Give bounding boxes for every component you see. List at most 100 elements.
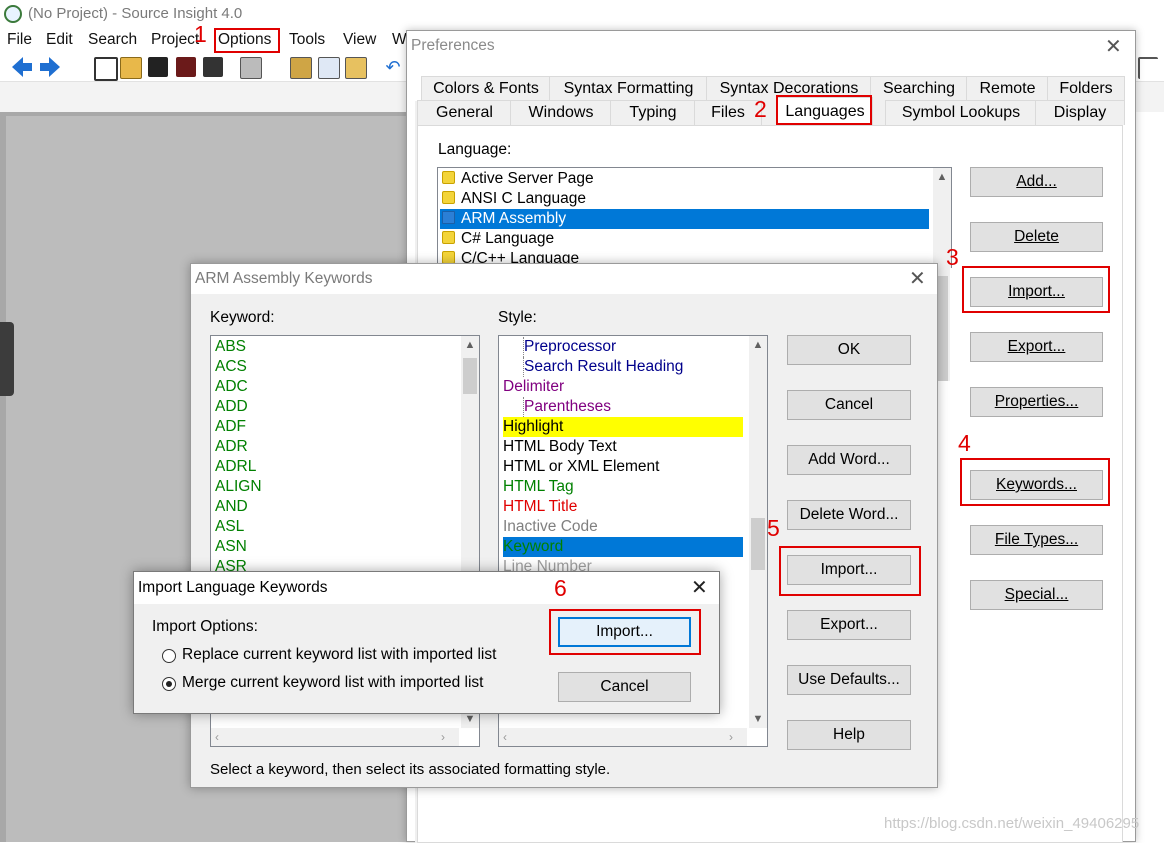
import-cancel-button[interactable]: Cancel xyxy=(558,672,691,702)
style-list-scrollbar[interactable]: ▲ ▼ xyxy=(749,336,767,728)
delete-word-button[interactable]: Delete Word... xyxy=(787,500,911,530)
list-item-selected[interactable]: ARM Assembly xyxy=(440,209,929,229)
list-item[interactable]: Search Result Heading xyxy=(523,357,683,377)
list-item[interactable]: ADD xyxy=(215,397,248,417)
list-item[interactable]: HTML Title xyxy=(503,497,577,517)
list-item[interactable]: AND xyxy=(215,497,248,517)
annotation-box-import-confirm xyxy=(549,609,701,655)
list-item[interactable]: ALIGN xyxy=(215,477,262,497)
copy-icon[interactable] xyxy=(318,57,340,79)
tab-typing[interactable]: Typing xyxy=(610,100,696,125)
tab-display[interactable]: Display xyxy=(1035,100,1125,125)
menu-file[interactable]: File xyxy=(7,28,32,52)
tab-colors-fonts[interactable]: Colors & Fonts xyxy=(421,76,551,101)
list-item[interactable]: ACS xyxy=(215,357,247,377)
menu-view[interactable]: View xyxy=(343,28,376,52)
keyword-scroll-thumb[interactable] xyxy=(463,358,477,394)
scroll-up-icon[interactable]: ▲ xyxy=(461,336,479,354)
tab-syntax-formatting[interactable]: Syntax Formatting xyxy=(549,76,708,101)
add-word-button[interactable]: Add Word... xyxy=(787,445,911,475)
import-dialog-close-icon[interactable]: ✕ xyxy=(691,578,708,598)
open-folder-icon[interactable] xyxy=(120,57,142,79)
list-item[interactable]: Delimiter xyxy=(503,377,564,397)
tab-remote[interactable]: Remote xyxy=(966,76,1049,101)
paste-icon[interactable] xyxy=(345,57,367,79)
export-keywords-button[interactable]: Export... xyxy=(787,610,911,640)
tab-folders[interactable]: Folders xyxy=(1047,76,1125,101)
language-icon xyxy=(442,231,455,244)
list-item[interactable]: ADR xyxy=(215,437,248,457)
special-button[interactable]: Special... xyxy=(970,580,1103,610)
print-icon[interactable] xyxy=(240,57,262,79)
scroll-left-icon[interactable]: ‹ xyxy=(215,728,219,746)
export-language-button[interactable]: Export... xyxy=(970,332,1103,362)
menu-search[interactable]: Search xyxy=(88,28,137,52)
list-item[interactable]: ABS xyxy=(215,337,246,357)
save-icon[interactable] xyxy=(148,57,168,77)
undo-icon[interactable]: ↶ xyxy=(383,57,403,77)
list-item[interactable]: Parentheses xyxy=(523,397,611,417)
app-title: (No Project) - Source Insight 4.0 xyxy=(28,5,243,22)
arm-keywords-title-bar: ARM Assembly Keywords xyxy=(191,264,937,294)
scroll-right-icon[interactable]: › xyxy=(441,728,445,746)
preferences-close-icon[interactable]: ✕ xyxy=(1105,37,1122,57)
tab-general[interactable]: General xyxy=(417,100,512,125)
language-list[interactable]: Active Server Page ANSI C Language ARM A… xyxy=(437,167,952,268)
list-item[interactable]: Preprocessor xyxy=(523,337,616,357)
file-types-button[interactable]: File Types... xyxy=(970,525,1103,555)
list-item[interactable]: HTML Body Text xyxy=(503,437,617,457)
list-item[interactable]: ADRL xyxy=(215,457,256,477)
list-item[interactable]: Highlight xyxy=(503,417,743,437)
list-item[interactable]: ASN xyxy=(215,537,247,557)
menu-project[interactable]: Project xyxy=(151,28,199,52)
style-hscrollbar[interactable]: ‹ › xyxy=(499,728,747,746)
merge-option-label[interactable]: Merge current keyword list with imported… xyxy=(182,674,484,692)
list-item[interactable]: ADC xyxy=(215,377,248,397)
use-defaults-button[interactable]: Use Defaults... xyxy=(787,665,911,695)
list-item[interactable]: HTML Tag xyxy=(503,477,574,497)
arm-keywords-close-icon[interactable]: ✕ xyxy=(909,269,926,289)
merge-radio[interactable] xyxy=(162,677,176,691)
list-item[interactable]: Keyword xyxy=(503,537,743,557)
menu-tools[interactable]: Tools xyxy=(289,28,325,52)
tab-symbol-lookups[interactable]: Symbol Lookups xyxy=(885,100,1037,125)
side-panel-handle[interactable] xyxy=(0,322,14,396)
help-button[interactable]: Help xyxy=(787,720,911,750)
save-all-icon[interactable] xyxy=(203,57,223,77)
properties-button[interactable]: Properties... xyxy=(970,387,1103,417)
scroll-left-icon[interactable]: ‹ xyxy=(503,728,507,746)
annotation-box-languages xyxy=(776,95,872,125)
add-language-button[interactable]: Add... xyxy=(970,167,1103,197)
delete-language-button[interactable]: Delete xyxy=(970,222,1103,252)
replace-radio[interactable] xyxy=(162,649,176,663)
back-icon[interactable] xyxy=(12,57,32,77)
app-title-bar: (No Project) - Source Insight 4.0 xyxy=(0,0,1164,28)
ok-button[interactable]: OK xyxy=(787,335,911,365)
cancel-button[interactable]: Cancel xyxy=(787,390,911,420)
list-item[interactable]: HTML or XML Element xyxy=(503,457,659,477)
menu-window[interactable]: W xyxy=(392,28,407,52)
scroll-up-icon[interactable]: ▲ xyxy=(933,168,951,186)
list-item[interactable]: ANSI C Language xyxy=(442,189,586,209)
tab-windows[interactable]: Windows xyxy=(510,100,612,125)
scroll-down-icon[interactable]: ▼ xyxy=(749,710,767,728)
layout-icon[interactable] xyxy=(1138,57,1158,79)
replace-option-label[interactable]: Replace current keyword list with import… xyxy=(182,646,496,664)
list-item[interactable]: Inactive Code xyxy=(503,517,598,537)
list-item[interactable]: C# Language xyxy=(442,229,554,249)
scroll-right-icon[interactable]: › xyxy=(729,728,733,746)
menu-edit[interactable]: Edit xyxy=(46,28,73,52)
cut-icon[interactable] xyxy=(290,57,312,79)
save-as-icon[interactable] xyxy=(176,57,196,77)
new-file-icon[interactable] xyxy=(94,57,118,81)
tab-files[interactable]: Files xyxy=(694,100,762,125)
language-label: Language: xyxy=(438,141,512,158)
list-item[interactable]: Active Server Page xyxy=(442,169,594,189)
keyword-hscrollbar[interactable]: ‹ › xyxy=(211,728,459,746)
list-item[interactable]: ASL xyxy=(215,517,244,537)
forward-icon[interactable] xyxy=(40,57,60,77)
tab-searching[interactable]: Searching xyxy=(870,76,968,101)
style-scroll-thumb[interactable] xyxy=(751,518,765,570)
scroll-up-icon[interactable]: ▲ xyxy=(749,336,767,354)
list-item[interactable]: ADF xyxy=(215,417,246,437)
